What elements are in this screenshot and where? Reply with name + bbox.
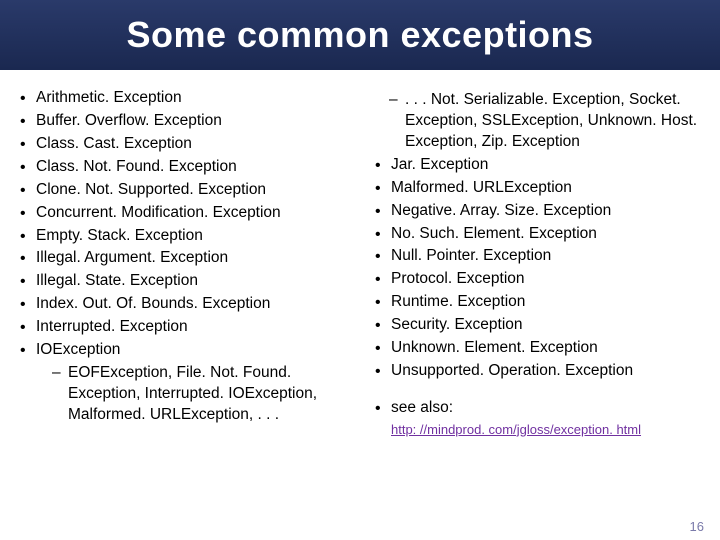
title-bar: Some common exceptions	[0, 0, 720, 70]
list-item: Class. Not. Found. Exception	[18, 157, 365, 178]
list-item: Protocol. Exception	[373, 269, 720, 290]
list-item-label: IOException	[36, 341, 120, 358]
list-item: Class. Cast. Exception	[18, 134, 365, 155]
list-item: Jar. Exception	[373, 155, 720, 176]
list-item: Unknown. Element. Exception	[373, 338, 720, 359]
list-item: Runtime. Exception	[373, 292, 720, 313]
list-item: Null. Pointer. Exception	[373, 246, 720, 267]
exception-list-right: Jar. Exception Malformed. URLException N…	[373, 155, 720, 382]
list-item: No. Such. Element. Exception	[373, 224, 720, 245]
see-also-list: see also:	[373, 398, 720, 419]
right-column: . . . Not. Serializable. Exception, Sock…	[365, 88, 720, 438]
exception-list-left: Arithmetic. Exception Buffer. Overflow. …	[18, 88, 365, 426]
list-item: IOException EOFException, File. Not. Fou…	[18, 340, 365, 426]
list-item: Negative. Array. Size. Exception	[373, 201, 720, 222]
sub-list-item: EOFException, File. Not. Found. Exceptio…	[36, 363, 365, 426]
list-item: Illegal. Argument. Exception	[18, 248, 365, 269]
sub-list-right-top: . . . Not. Serializable. Exception, Sock…	[373, 90, 720, 153]
left-column: Arithmetic. Exception Buffer. Overflow. …	[18, 88, 365, 438]
list-item: Buffer. Overflow. Exception	[18, 111, 365, 132]
list-item: Unsupported. Operation. Exception	[373, 361, 720, 382]
see-also-link[interactable]: http: //mindprod. com/jgloss/exception. …	[373, 421, 720, 439]
sub-list-left: EOFException, File. Not. Found. Exceptio…	[36, 363, 365, 426]
list-item: Malformed. URLException	[373, 178, 720, 199]
list-item: Illegal. State. Exception	[18, 271, 365, 292]
list-item: Interrupted. Exception	[18, 317, 365, 338]
list-item: Clone. Not. Supported. Exception	[18, 180, 365, 201]
list-item: Concurrent. Modification. Exception	[18, 203, 365, 224]
list-item: Security. Exception	[373, 315, 720, 336]
list-item: Arithmetic. Exception	[18, 88, 365, 109]
content-area: Arithmetic. Exception Buffer. Overflow. …	[0, 70, 720, 438]
page-number: 16	[690, 519, 704, 534]
see-also-label: see also:	[373, 398, 720, 419]
page-title: Some common exceptions	[126, 14, 593, 56]
list-item: Index. Out. Of. Bounds. Exception	[18, 294, 365, 315]
list-item: Empty. Stack. Exception	[18, 226, 365, 247]
sub-list-item: . . . Not. Serializable. Exception, Sock…	[373, 90, 720, 153]
